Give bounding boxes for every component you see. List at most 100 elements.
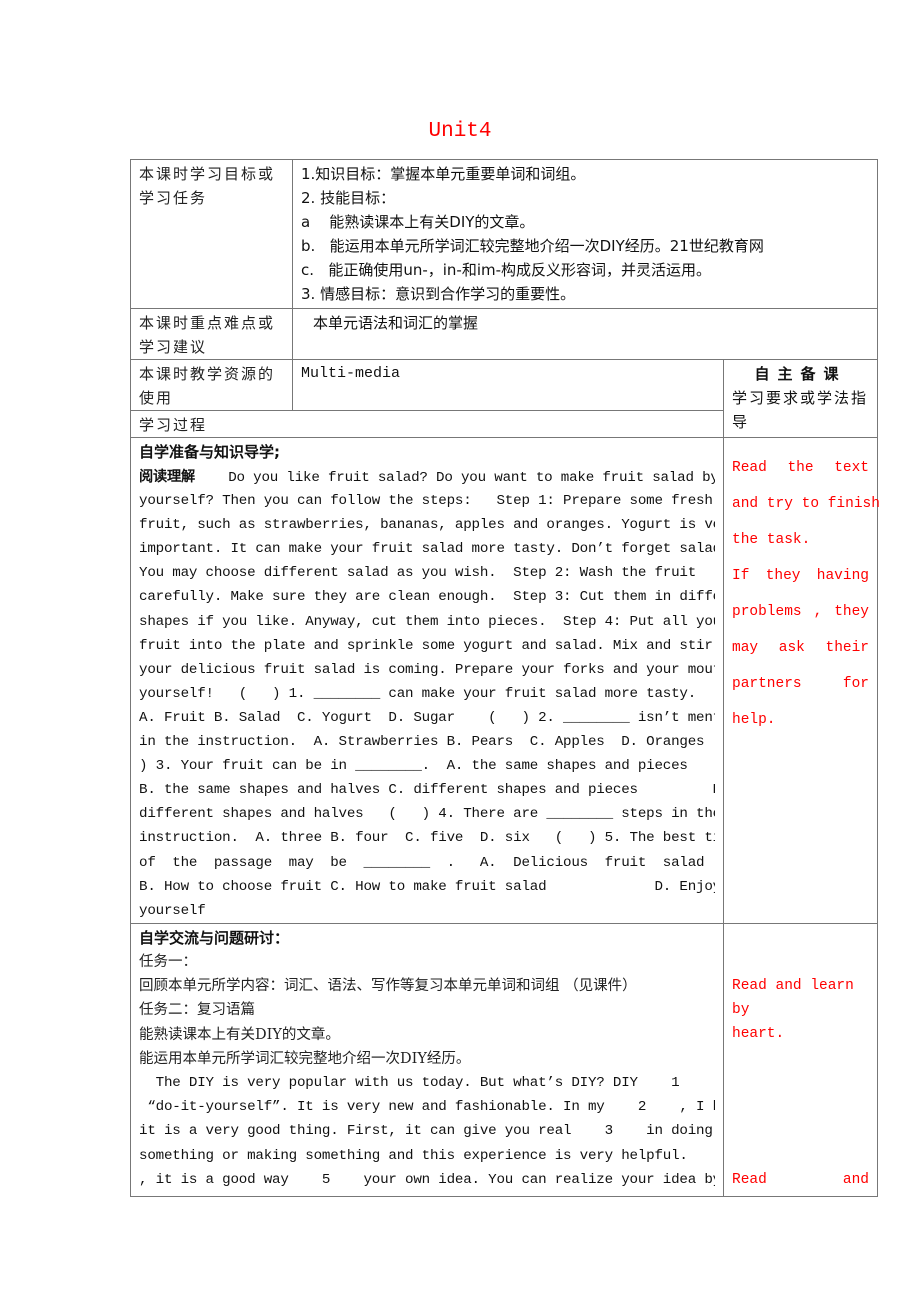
resources-label-line: 使用 <box>139 389 174 407</box>
passage-line: yourself! ( ) 1. ________ can make your … <box>139 685 697 702</box>
reading-passage: 阅读理解 Do you like fruit salad? Do you wan… <box>131 465 723 923</box>
section2-note-text: Read and learn by heart. <box>732 974 869 1046</box>
passage-line: different shapes and halves ( ) 4. There… <box>139 806 715 823</box>
resources-label: 本课时教学资源的 使用 <box>130 359 293 411</box>
section1-note-text: Read the text and try to finish the task. If t… <box>732 450 880 738</box>
note-word: If <box>732 568 750 584</box>
section1-heading-text: 自学准备与知识导学; <box>139 443 280 461</box>
objectives-label: 本课时学习目标或 学习任务 <box>130 159 293 309</box>
note-bottom-word: and <box>842 1171 870 1188</box>
key-points-label-line: 本课时重点难点或 <box>139 314 276 332</box>
passage-line: carefully. Make sure they are clean enou… <box>139 589 715 606</box>
process-label: 学习过程 <box>130 410 724 438</box>
objective-item: 1.知识目标：掌握本单元重要单词和词组。 <box>301 165 586 183</box>
section2-tasks: 任务一： 回顾本单元所学内容：词汇、语法、写作等复习本单元单词和词组 （见课件） 任… <box>131 950 723 1071</box>
passage-line: B. the same shapes and halves C. differe… <box>139 782 715 799</box>
reading-label: 阅读理解 <box>139 469 195 485</box>
note-line: may ask their <box>732 630 869 666</box>
note-word: text <box>834 460 870 476</box>
section2-note-bottom: Read and <box>732 1168 869 1192</box>
note-word: partners <box>732 676 802 692</box>
passage-line: something or making something and this e… <box>139 1147 715 1164</box>
note-word: for <box>842 676 870 692</box>
key-points-label: 本课时重点难点或 学习建议 <box>130 308 293 360</box>
note-line: partners for <box>732 666 869 702</box>
section1-note: Read the text and try to finish the task. If t… <box>722 437 880 924</box>
passage-line: it is a very good thing. First, it can g… <box>139 1123 713 1140</box>
passage-line: 阅读理解 Do you like fruit salad? Do you wan… <box>139 465 715 489</box>
section1-content: 自学准备与知识导学; 阅读理解 Do you like fruit salad?… <box>130 437 724 924</box>
guide-header-subtitle: 学习要求或学法指 <box>732 389 869 407</box>
section2-heading: 自学交流与问题研讨： <box>139 928 290 947</box>
section2-note: Read and learn by heart. Read and <box>722 922 879 1197</box>
objectives-content: 1.知识目标：掌握本单元重要单词和词组。 2. 技能目标： a 能熟读课本上有关… <box>291 159 879 309</box>
passage-line: fruit into the plate and sprinkle some y… <box>139 637 715 654</box>
section2-row: 自学交流与问题研讨： 任务一： 回顾本单元所学内容：词汇、语法、写作等复习本单元单… <box>130 922 879 1197</box>
note-line: help. <box>732 712 776 728</box>
note-word: may <box>732 640 759 656</box>
note-line: the task. <box>732 532 811 548</box>
note-line: problems, they <box>732 594 869 630</box>
guide-header-title: 自主备课 <box>754 365 847 383</box>
task-line: 能熟读课本上有关DIY的文章。 <box>139 1026 340 1043</box>
objective-item: b. 能运用本单元所学词汇较完整地介绍一次DIY经历。21世纪教育网 <box>301 237 764 255</box>
passage-line: shapes if you like. Anyway, cut them int… <box>139 613 715 630</box>
objectives-label-line: 本课时学习目标或 <box>139 165 276 183</box>
note-word: , <box>813 604 823 620</box>
passage-line: important. It can make your fruit salad … <box>139 541 715 558</box>
note-word: having <box>816 568 869 584</box>
lesson-plan-table: 本课时学习目标或 学习任务 1.知识目标：掌握本单元重要单词和词组。 2. 技能… <box>130 159 880 1197</box>
note-line: heart. <box>732 1025 785 1042</box>
section1-row: 自学准备与知识导学; 阅读理解 Do you like fruit salad?… <box>130 437 880 924</box>
note-word: their <box>825 640 870 656</box>
passage-line: fruit, such as strawberries, bananas, ap… <box>139 517 715 534</box>
task-line: 任务一： <box>139 953 197 970</box>
passage-line: in the instruction. A. Strawberries B. P… <box>139 734 715 751</box>
task-line: 任务二：复习语篇 <box>139 1002 255 1019</box>
note-word: Read <box>732 460 767 476</box>
task-line: 回顾本单元所学内容：词汇、语法、写作等复习本单元单词和词组 （见课件） <box>139 978 637 995</box>
objective-item: 3. 情感目标：意识到合作学习的重要性。 <box>301 285 576 303</box>
note-line: and try to finish <box>732 496 880 512</box>
passage-line: “do-it-yourself”. It is very new and fas… <box>139 1099 715 1116</box>
passage-line: yourself <box>139 902 206 919</box>
objectives-label-line: 学习任务 <box>139 189 208 207</box>
passage-text: Do you like fruit salad? Do you want to … <box>194 470 715 486</box>
diy-passage: The DIY is very popular with us today. B… <box>131 1071 723 1191</box>
passage-line: your delicious fruit salad is coming. Pr… <box>139 661 715 678</box>
passage-line: You may choose different salad as you wi… <box>139 565 697 582</box>
key-points-label-line: 学习建议 <box>139 338 208 356</box>
objective-item: c. 能正确使用un-，in-和im-构成反义形容词，并灵活运用。 <box>301 261 712 279</box>
objective-item: 2. 技能目标： <box>301 189 396 207</box>
note-line: Read and learn by <box>732 977 854 1018</box>
passage-line: , it is a good way 5 your own idea. You … <box>139 1171 715 1188</box>
note-word: ask <box>778 640 805 656</box>
task-line: 能运用本单元所学词汇较完整地介绍一次DIY经历。 <box>139 1050 471 1067</box>
guide-header-cell: 自主备课 学习要求或学法指 导 <box>722 359 879 438</box>
objectives-row: 本课时学习目标或 学习任务 1.知识目标：掌握本单元重要单词和词组。 2. 技能… <box>130 159 879 309</box>
resources-content: Multi-media <box>292 359 724 411</box>
resources-label-line: 本课时教学资源的 <box>139 365 276 383</box>
passage-line: of the passage may be ________ . A. Deli… <box>139 854 705 871</box>
passage-line: yourself? Then you can follow the steps:… <box>139 493 713 510</box>
section2-content: 自学交流与问题研讨： 任务一： 回顾本单元所学内容：词汇、语法、写作等复习本单元单… <box>130 922 724 1197</box>
note-bottom-word: Read <box>732 1171 767 1188</box>
passage-line: ) 3. Your fruit can be in ________. A. t… <box>139 758 688 775</box>
note-word: the <box>787 460 814 476</box>
passage-line: A. Fruit B. Salad C. Yogurt D. Sugar ( )… <box>139 709 715 726</box>
passage-line: The DIY is very popular with us today. B… <box>139 1075 680 1092</box>
note-line: If they having <box>732 558 869 594</box>
section1-heading: 自学准备与知识导学; <box>131 440 723 465</box>
note-word: they <box>765 568 801 584</box>
key-points-content: 本单元语法和词汇的掌握 <box>291 308 879 360</box>
passage-line: B. How to choose fruit C. How to make fr… <box>139 878 715 895</box>
note-word: problems <box>732 604 802 620</box>
objective-item: a 能熟读课本上有关DIY的文章。 <box>301 213 535 231</box>
note-line: Read the text <box>732 450 869 486</box>
document-title: Unit4 <box>428 120 492 143</box>
guide-header-subtitle: 导 <box>732 413 750 431</box>
passage-line: instruction. A. three B. four C. five D.… <box>139 830 715 847</box>
key-points-row: 本课时重点难点或 学习建议 本单元语法和词汇的掌握 <box>130 308 879 360</box>
note-word: they <box>834 604 870 620</box>
resources-row: 本课时教学资源的 使用 Multi-media 自主备课 学习要求或学法指 导 <box>130 359 879 438</box>
